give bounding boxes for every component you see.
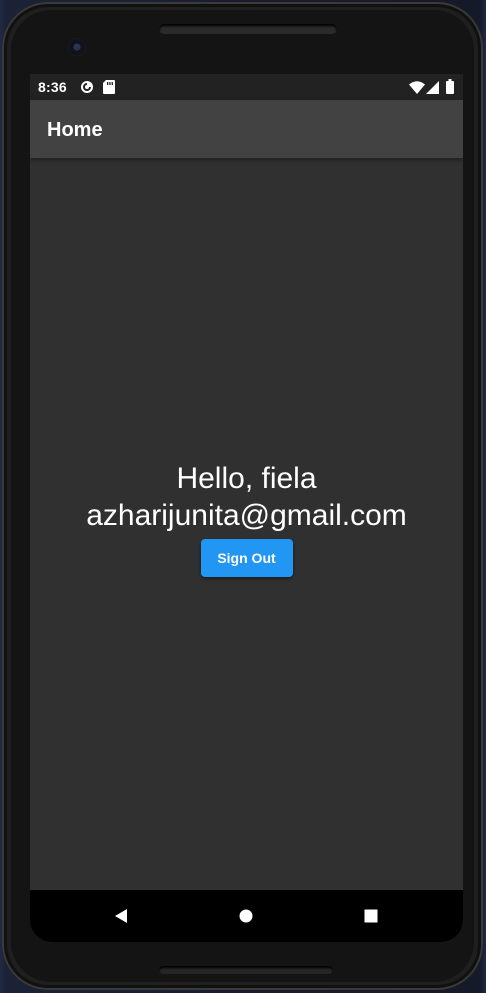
earpiece-speaker xyxy=(159,24,337,34)
recents-icon[interactable] xyxy=(359,904,383,928)
page-title: Home xyxy=(47,119,103,141)
wifi-icon xyxy=(409,81,425,99)
back-icon[interactable] xyxy=(109,904,133,928)
emulator-background: 8:36 Home Hello, fiela azharijunita@gmai… xyxy=(0,0,486,993)
device-screen: 8:36 Home Hello, fiela azharijunita@gmai… xyxy=(30,74,463,942)
status-time: 8:36 xyxy=(38,79,67,95)
front-camera-icon xyxy=(68,38,86,56)
settings-sync-icon xyxy=(80,80,94,99)
battery-icon xyxy=(446,79,454,99)
phone-frame: 8:36 Home Hello, fiela azharijunita@gmai… xyxy=(2,2,483,990)
greeting-text: Hello, fiela xyxy=(176,462,317,495)
navigation-bar xyxy=(30,890,463,942)
sd-card-icon xyxy=(103,80,115,99)
sign-out-button[interactable]: Sign Out xyxy=(200,539,293,577)
home-content: Hello, fiela azharijunita@gmail.com Sign… xyxy=(30,460,463,577)
bottom-speaker xyxy=(159,966,333,974)
cell-signal-icon xyxy=(426,81,439,99)
home-icon[interactable] xyxy=(234,904,258,928)
status-bar: 8:36 xyxy=(30,74,463,100)
user-email: azharijunita@gmail.com xyxy=(86,499,407,532)
app-bar: Home xyxy=(30,100,463,158)
